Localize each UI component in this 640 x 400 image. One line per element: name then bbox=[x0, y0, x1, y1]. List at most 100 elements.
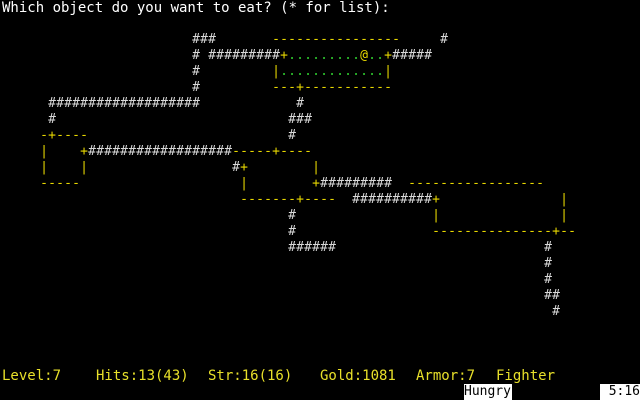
corridor-tile: # bbox=[88, 96, 96, 111]
wall-tile: - bbox=[376, 32, 384, 47]
wall-tile: | bbox=[80, 160, 88, 175]
corridor-tile: # bbox=[144, 144, 152, 159]
corridor-tile: # bbox=[128, 96, 136, 111]
floor-tile: . bbox=[376, 48, 384, 63]
wall-tile: - bbox=[432, 176, 440, 191]
wall-tile: - bbox=[288, 32, 296, 47]
wall-tile: - bbox=[568, 224, 576, 239]
corridor-tile: # bbox=[128, 144, 136, 159]
floor-tile: . bbox=[320, 64, 328, 79]
corridor-tile: # bbox=[72, 96, 80, 111]
door-tile: + bbox=[280, 48, 288, 63]
wall-tile: - bbox=[448, 224, 456, 239]
floor-tile: . bbox=[368, 48, 376, 63]
corridor-tile: # bbox=[56, 96, 64, 111]
wall-tile: - bbox=[240, 144, 248, 159]
door-tile: + bbox=[312, 176, 320, 191]
corridor-tile: # bbox=[328, 240, 336, 255]
hunger-status-badge: Hungry bbox=[464, 384, 512, 400]
wall-tile: - bbox=[360, 32, 368, 47]
corridor-tile: # bbox=[104, 144, 112, 159]
wall-tile: | bbox=[312, 160, 320, 175]
wall-tile: - bbox=[384, 80, 392, 95]
wall-tile: - bbox=[328, 80, 336, 95]
wall-tile: - bbox=[336, 32, 344, 47]
wall-tile: - bbox=[416, 176, 424, 191]
wall-tile: - bbox=[304, 192, 312, 207]
wall-tile: - bbox=[448, 176, 456, 191]
corridor-tile: # bbox=[208, 32, 216, 47]
wall-tile: | bbox=[40, 160, 48, 175]
corridor-tile: # bbox=[304, 112, 312, 127]
wall-tile: - bbox=[440, 224, 448, 239]
wall-tile: - bbox=[40, 176, 48, 191]
corridor-tile: # bbox=[360, 176, 368, 191]
corridor-tile: # bbox=[288, 208, 296, 223]
corridor-tile: # bbox=[352, 192, 360, 207]
door-tile: + bbox=[48, 128, 56, 143]
corridor-tile: # bbox=[288, 128, 296, 143]
wall-tile: | bbox=[432, 208, 440, 223]
corridor-tile: # bbox=[112, 96, 120, 111]
corridor-tile: # bbox=[104, 96, 112, 111]
wall-tile: | bbox=[272, 64, 280, 79]
wall-tile: - bbox=[280, 144, 288, 159]
corridor-tile: # bbox=[80, 96, 88, 111]
corridor-tile: # bbox=[200, 144, 208, 159]
corridor-tile: # bbox=[192, 64, 200, 79]
wall-tile: - bbox=[432, 224, 440, 239]
corridor-tile: # bbox=[400, 48, 408, 63]
wall-tile: - bbox=[312, 32, 320, 47]
wall-tile: - bbox=[296, 144, 304, 159]
floor-tile: . bbox=[296, 48, 304, 63]
corridor-tile: # bbox=[376, 176, 384, 191]
wall-tile: - bbox=[560, 224, 568, 239]
corridor-tile: # bbox=[296, 96, 304, 111]
corridor-tile: # bbox=[64, 96, 72, 111]
wall-tile: - bbox=[544, 224, 552, 239]
corridor-tile: # bbox=[184, 144, 192, 159]
corridor-tile: # bbox=[544, 240, 552, 255]
corridor-tile: # bbox=[168, 144, 176, 159]
corridor-tile: # bbox=[120, 96, 128, 111]
wall-tile: | bbox=[40, 144, 48, 159]
wall-tile: - bbox=[352, 32, 360, 47]
wall-tile: - bbox=[288, 144, 296, 159]
corridor-tile: # bbox=[552, 288, 560, 303]
wall-tile: - bbox=[464, 176, 472, 191]
corridor-tile: # bbox=[368, 192, 376, 207]
wall-tile: - bbox=[72, 128, 80, 143]
wall-tile: - bbox=[248, 192, 256, 207]
wall-tile: - bbox=[256, 144, 264, 159]
wall-tile: - bbox=[472, 224, 480, 239]
corridor-tile: # bbox=[152, 96, 160, 111]
floor-tile: . bbox=[328, 48, 336, 63]
wall-tile: - bbox=[272, 32, 280, 47]
corridor-tile: # bbox=[176, 144, 184, 159]
status-strength: Str:16(16) bbox=[208, 368, 293, 384]
door-tile: + bbox=[432, 192, 440, 207]
corridor-tile: # bbox=[288, 240, 296, 255]
wall-tile: - bbox=[312, 80, 320, 95]
corridor-tile: # bbox=[312, 240, 320, 255]
wall-tile: - bbox=[504, 176, 512, 191]
wall-tile: - bbox=[344, 80, 352, 95]
door-tile: + bbox=[240, 160, 248, 175]
door-tile: + bbox=[272, 144, 280, 159]
wall-tile: - bbox=[408, 176, 416, 191]
corridor-tile: # bbox=[144, 96, 152, 111]
wall-tile: - bbox=[528, 224, 536, 239]
wall-tile: - bbox=[56, 176, 64, 191]
wall-tile: - bbox=[464, 224, 472, 239]
status-armor: Armor:7 bbox=[416, 368, 476, 384]
corridor-tile: # bbox=[336, 176, 344, 191]
floor-tile: . bbox=[360, 64, 368, 79]
corridor-tile: # bbox=[424, 192, 432, 207]
corridor-tile: # bbox=[408, 192, 416, 207]
wall-tile: - bbox=[456, 176, 464, 191]
wall-tile: - bbox=[320, 32, 328, 47]
corridor-tile: # bbox=[208, 48, 216, 63]
wall-tile: - bbox=[64, 128, 72, 143]
status-hits: Hits:13(43) bbox=[96, 368, 189, 384]
corridor-tile: # bbox=[192, 48, 200, 63]
